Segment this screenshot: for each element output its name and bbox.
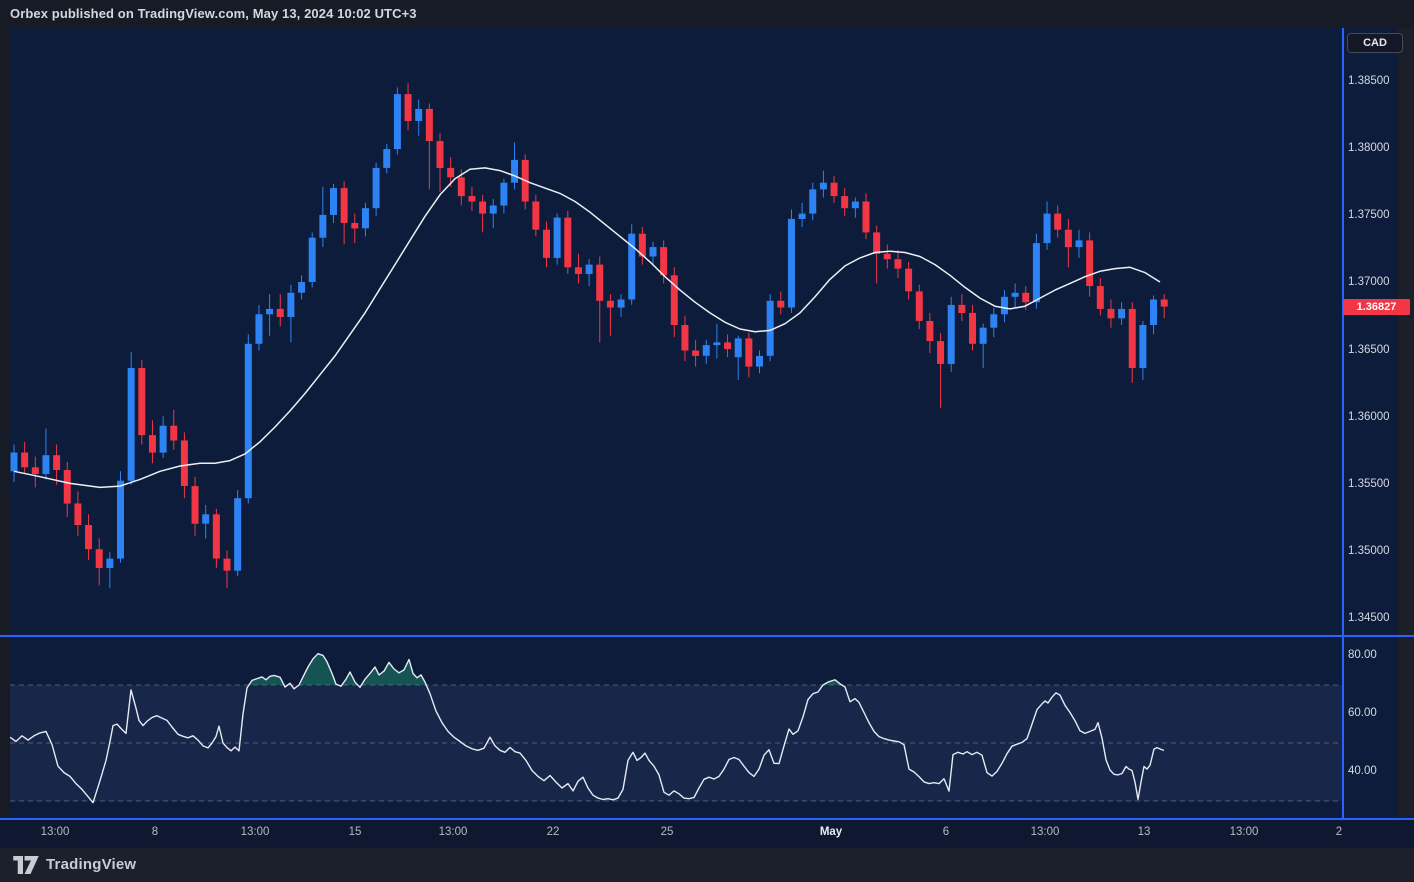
time-axis-tick: 6 [943, 826, 949, 838]
price-axis-label: 1.35000 [1348, 545, 1390, 557]
price-axis-label: 1.38500 [1348, 75, 1390, 87]
publish-text: Orbex published on TradingView.com, May … [10, 6, 417, 21]
price-axis[interactable]: 1.38500 1.38000 1.37500 1.37000 1.36500 1.360… [1344, 28, 1414, 819]
time-axis-tick: 8 [152, 826, 158, 838]
price-axis-label: 1.36000 [1348, 411, 1390, 423]
time-axis[interactable]: 13:00 8 13:00 15 13:00 22 25 May 6 13:00 13 13:00 2 [0, 820, 1414, 848]
price-axis-label: 1.38000 [1348, 142, 1390, 154]
rsi-axis-label: 40.00 [1348, 765, 1377, 777]
time-axis-tick: May [820, 826, 842, 838]
price-axis-label: 1.37500 [1348, 209, 1390, 221]
price-axis-label: 1.34500 [1348, 612, 1390, 624]
time-axis-tick: 13:00 [439, 826, 468, 838]
price-axis-label: 1.37000 [1348, 276, 1390, 288]
pane-separator[interactable] [0, 635, 1414, 637]
candle-wicks [14, 83, 1164, 588]
candlestick-chart[interactable] [10, 28, 1342, 819]
time-axis-tick: 13:00 [41, 826, 70, 838]
time-axis-tick: 13 [1138, 826, 1151, 838]
current-price-tag: 1.36827 [1343, 299, 1410, 315]
tradingview-logo-icon[interactable] [13, 856, 39, 874]
price-axis-label: 1.36500 [1348, 344, 1390, 356]
price-axis-label: 1.35500 [1348, 478, 1390, 490]
time-axis-tick: 22 [547, 826, 560, 838]
left-margin [0, 28, 10, 819]
symbol-chip[interactable]: CAD [1347, 33, 1403, 53]
time-axis-tick: 13:00 [241, 826, 270, 838]
time-axis-tick: 25 [661, 826, 674, 838]
brand-name[interactable]: TradingView [46, 856, 136, 873]
rsi-axis-label: 60.00 [1348, 707, 1377, 719]
time-axis-tick: 13:00 [1230, 826, 1259, 838]
moving-average-line [14, 168, 1160, 488]
publish-bar: Orbex published on TradingView.com, May … [0, 0, 1414, 28]
time-axis-tick: 13:00 [1031, 826, 1060, 838]
footer-bar: TradingView [0, 848, 1414, 882]
time-axis-tick: 2 [1336, 826, 1342, 838]
rsi-axis-label: 80.00 [1348, 649, 1377, 661]
time-axis-tick: 15 [349, 826, 362, 838]
